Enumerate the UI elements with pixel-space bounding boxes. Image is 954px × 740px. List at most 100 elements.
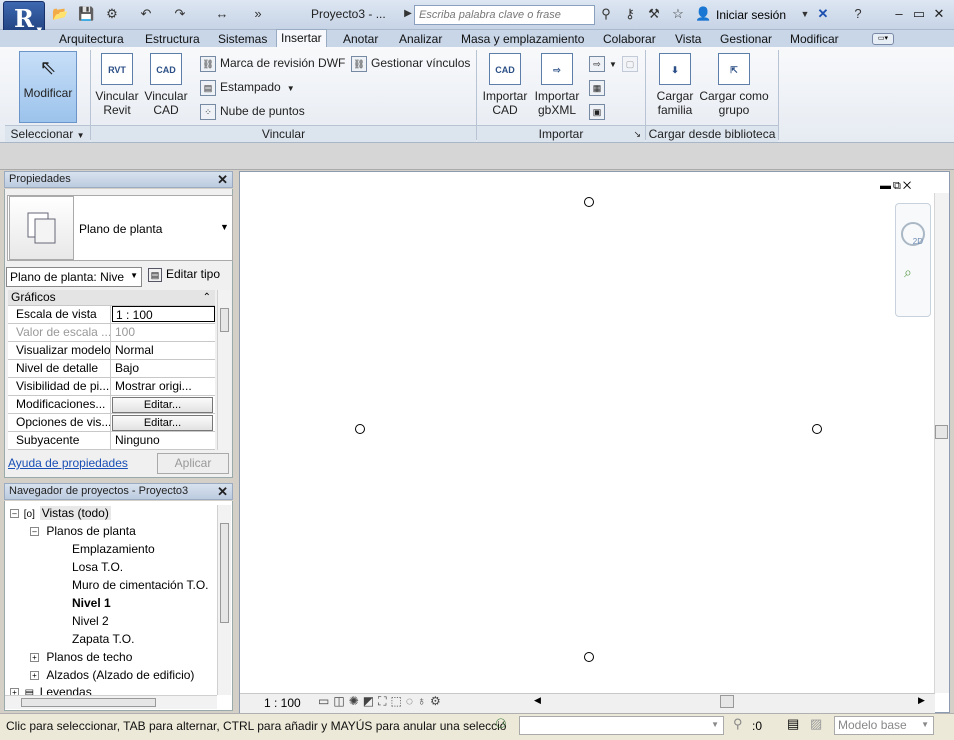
view-scale[interactable]: 1 : 100 [264,696,301,710]
scroll-left-icon[interactable]: ◀ [534,695,541,706]
edit-type-button[interactable]: ▤ Editar tipo [148,267,220,282]
redo-icon[interactable]: ↷ [172,6,188,22]
ribbon-minimize-toggle[interactable]: ▭▾ [872,33,894,45]
tree-leaf-view[interactable]: Losa T.O. [72,558,123,576]
scroll-right-icon[interactable]: ▶ [918,695,925,706]
steering-wheel-icon[interactable]: 2D [901,222,925,246]
expand-icon[interactable]: + [30,671,39,681]
import-gbxml-button[interactable]: ⇨ Importar gbXML [532,53,582,117]
prop-value[interactable]: Normal [112,342,215,359]
link-revit-button[interactable]: RVT Vincular Revit [94,53,140,117]
point-cloud-button[interactable]: ⁘ Nube de puntos [200,101,305,121]
properties-help-link[interactable]: Ayuda de propiedades [8,456,128,470]
decal-button[interactable]: ▤ Estampado ▼ [200,77,295,97]
load-family-button[interactable]: ⬇ Cargar familia [652,53,698,117]
tab-insertar[interactable]: Insertar [276,29,327,48]
tab-colaborar[interactable]: Colaborar [599,31,660,47]
expand-icon[interactable]: + [10,688,19,695]
tab-analizar[interactable]: Analizar [395,31,446,47]
tree-node-planos-techo[interactable]: + Planos de techo [30,648,132,666]
browser-vertical-scrollbar[interactable] [217,505,231,695]
reveal-hidden-icon[interactable]: ♁ [417,694,430,708]
drawing-canvas[interactable] [239,171,950,713]
workset-select[interactable]: ▼ [519,716,724,735]
scroll-thumb[interactable] [220,523,229,623]
close-icon[interactable]: ✕ [217,484,228,499]
tree-node-planos-planta[interactable]: – Planos de planta [30,522,136,540]
search-input[interactable]: Escriba palabra clave o frase [414,5,595,25]
import-image-button[interactable]: ▣ [589,101,609,121]
elevation-marker-east[interactable] [812,424,822,434]
close-icon[interactable]: ✕ [903,180,913,192]
sync-icon[interactable]: ⚙ [104,6,120,22]
prop-value[interactable]: Mostrar origi... [112,378,215,395]
minimize-icon[interactable]: ▬ [880,180,893,192]
load-as-group-button[interactable]: ⇱ Cargar como grupo [698,53,770,117]
prop-row-modificaciones[interactable]: Modificaciones... Editar... [8,396,215,414]
design-option-select[interactable]: Modelo base ▼ [834,716,934,735]
measure-icon[interactable]: ↔ [214,6,230,22]
tree-leaf-view[interactable]: Muro de cimentación T.O. [72,576,209,594]
show-crop-icon[interactable]: ⬚ [391,694,406,708]
collapse-icon[interactable]: ⌃ [203,290,211,305]
panel-title-importar[interactable]: Importar ↘ [477,125,645,142]
edit-display-options-button[interactable]: Editar... [112,415,213,431]
elevation-marker-west[interactable] [355,424,365,434]
sign-in-dropdown-icon[interactable]: ▼ [797,6,813,22]
prop-row-opciones[interactable]: Opciones de vis... Editar... [8,414,215,432]
image-import-button[interactable]: ⇨ ▼ [589,53,617,73]
panel-title-seleccionar[interactable]: Seleccionar ▼ [5,125,90,142]
save-icon[interactable]: 💾 [78,6,94,22]
design-options-icon[interactable]: ▨ [810,716,822,732]
restore-icon[interactable]: ⧉ [893,180,903,192]
view-window-controls[interactable]: ▬⧉✕ [880,180,913,193]
manage-links-button[interactable]: ⛓ Gestionar vínculos [351,53,470,73]
analysis-icon[interactable]: ⚙ [430,694,445,708]
tree-node-leyendas[interactable]: + ▤ Leyendas [10,684,215,695]
apply-button[interactable]: Aplicar [157,453,229,474]
detail-level-icon[interactable]: ▭ [318,694,333,708]
visual-style-icon[interactable]: ◫ [333,694,348,708]
subscription-icon[interactable]: ⚒ [646,6,662,22]
tab-gestionar[interactable]: Gestionar [716,31,776,47]
open-icon[interactable]: 📂 [52,6,68,22]
help-icon[interactable]: ? [850,6,866,22]
import-family-types-button[interactable]: ▦ [589,77,609,97]
horizontal-scroll-thumb[interactable] [720,695,734,708]
tab-vista[interactable]: Vista [671,31,705,47]
shadows-icon[interactable]: ◩ [363,694,378,708]
chevron-down-icon[interactable]: ▼ [220,222,229,232]
filter-icon[interactable]: ⚲ [733,716,743,732]
tab-anotar[interactable]: Anotar [339,31,382,47]
prop-row-subyacente[interactable]: Subyacente Ninguno [8,432,215,450]
editable-only-icon[interactable]: ▤ [787,716,799,732]
prop-row-visibilidad[interactable]: Visibilidad de pi... Mostrar origi... [8,378,215,396]
crop-view-icon[interactable]: ⛶ [378,694,390,708]
tab-sistemas[interactable]: Sistemas [214,31,271,47]
elevation-marker-north[interactable] [584,197,594,207]
prop-value-input[interactable]: 1 : 100 [112,306,215,322]
view-control-icons[interactable]: ▭◫✺◩⛶⬚◌♁⚙ [318,694,445,709]
tab-modificar[interactable]: Modificar [786,31,843,47]
binoculars-icon[interactable]: ⚲ [598,6,614,22]
prop-row-detalle[interactable]: Nivel de detalle Bajo [8,360,215,378]
more-tools-icon[interactable]: » [250,6,266,22]
sun-path-icon[interactable]: ✺ [349,694,363,708]
close-icon[interactable]: ✕ [930,5,948,23]
modify-button[interactable]: ⇖ Modificar [19,51,77,123]
prop-row-escala[interactable]: Escala de vista 1 : 100 [8,306,215,324]
properties-scrollbar[interactable] [217,290,231,450]
undo-icon[interactable]: ↶ [138,6,154,22]
exchange-apps-icon[interactable]: ✕ [815,6,831,22]
close-icon[interactable]: ✕ [217,172,228,187]
tab-estructura[interactable]: Estructura [141,31,204,47]
collapse-icon[interactable]: – [30,527,39,537]
expand-icon[interactable]: + [30,653,39,663]
minimize-icon[interactable]: – [890,5,908,23]
restore-icon[interactable]: ▭ [910,5,928,23]
tree-node-vistas[interactable]: – [o] Vistas (todo) [10,504,111,522]
zoom-icon[interactable]: ⌕ [904,264,924,284]
scroll-thumb[interactable] [21,698,156,707]
worksharing-icon[interactable]: ⚆ [495,716,507,732]
link-cad-button[interactable]: CAD Vincular CAD [143,53,189,117]
